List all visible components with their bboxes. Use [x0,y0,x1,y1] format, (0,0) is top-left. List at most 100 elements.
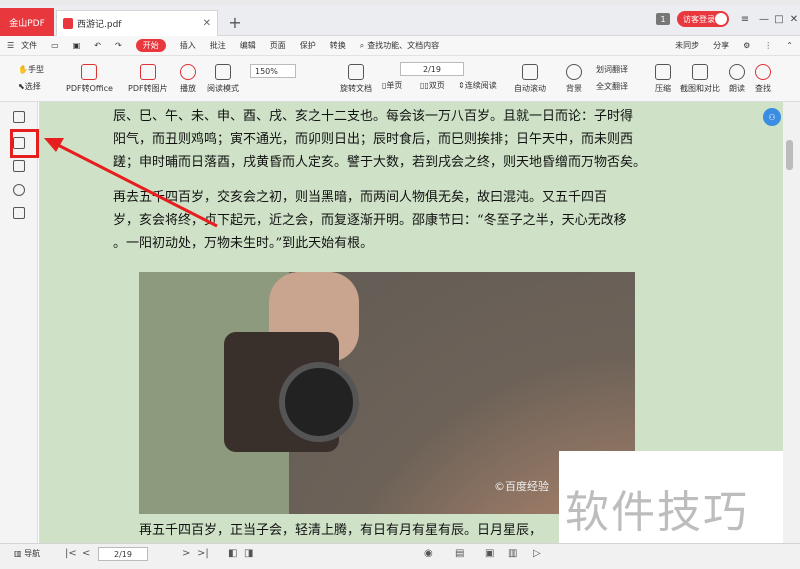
bookmark-icon[interactable] [13,111,25,123]
tab-protect[interactable]: 保护 [300,40,316,51]
word-translate-button[interactable]: 划词翻译 [596,64,628,75]
moon-icon [566,64,582,80]
app-tab-label: 金山PDF [9,18,45,29]
magnifier-icon [755,64,771,80]
tab-edit[interactable]: 编辑 [240,40,256,51]
navigation-icon: ▥ [14,549,25,558]
fit-page-icon[interactable]: ▤ [455,548,464,559]
save-icon[interactable]: ▣ [73,41,81,50]
read-mode-button[interactable]: 阅读模式 [207,64,239,94]
avatar-icon [715,13,727,25]
back-icon[interactable]: ◧ [228,548,237,559]
menu-bar: ☰ 文件 ▭ ▣ ↶ ↷ 开始 插入 批注 编辑 页面 保护 转换 ⌕ 查找功能… [0,36,800,56]
compress-button[interactable]: 压缩 [655,64,671,94]
play-label: 播放 [180,84,196,93]
text-line: 辰、巳、午、未、申、酉、戌、亥之十二支也。每会该一万八百岁。且就一日而论：子时得 [113,109,634,124]
play-icon [180,64,196,80]
redo-icon[interactable]: ↷ [115,41,122,50]
prev-page-icon[interactable]: < [82,548,90,559]
navigation-button[interactable]: ▥ 导航 [14,548,40,559]
read-aloud-button[interactable]: 朗读 [729,64,745,94]
sync-status[interactable]: 未同步 [675,40,699,51]
double-page-icon: ▯▯ [420,81,429,90]
minimize-icon[interactable]: — [756,12,772,26]
full-translate-button[interactable]: 全文翻译 [596,81,628,92]
first-page-icon[interactable]: |< [65,548,77,559]
open-folder-icon[interactable]: ▭ [51,41,59,50]
close-tab-icon[interactable]: ✕ [203,18,211,29]
last-page-icon[interactable]: >| [197,548,209,559]
cursor-icon: ⬉ [18,82,25,91]
more-icon[interactable]: ⋮ [764,41,772,50]
compress-icon [655,64,671,80]
tab-annotate[interactable]: 批注 [210,40,226,51]
tab-convert[interactable]: 转换 [330,40,346,51]
maximize-icon[interactable]: □ [771,12,787,26]
pdf-to-image-button[interactable]: PDF转图片 [128,64,168,94]
page-number-input[interactable]: 2/19 [400,62,464,76]
pdf-to-office-button[interactable]: PDF转Office [66,64,113,94]
forward-icon[interactable]: ◨ [244,548,253,559]
menu-file[interactable]: 文件 [21,40,37,51]
undo-icon[interactable]: ↶ [94,41,101,50]
rotate-button[interactable]: 旋转文档 [340,64,372,94]
pdf-to-office-label: PDF转Office [66,84,113,93]
hand-tool[interactable]: ✋ 手型 [18,64,44,75]
menu-icon[interactable]: ≡ [737,12,753,26]
next-page-icon[interactable]: > [182,548,190,559]
single-page-button[interactable]: ▯ 单页 [382,80,402,91]
scrollbar-thumb[interactable] [786,140,793,170]
zoom-select[interactable]: 150% [250,64,296,78]
settings-icon[interactable]: ⚙ [743,41,750,50]
select-tool[interactable]: ⬉ 选择 [18,81,41,92]
share-button[interactable]: 分享 [713,40,729,51]
auto-scroll-icon [522,64,538,80]
play-status-icon[interactable]: ▷ [533,548,541,559]
pdf-to-office-icon [81,64,98,80]
read-aloud-label: 朗读 [729,84,745,93]
top-strip [0,0,800,5]
search-function-input[interactable]: 查找功能、文档内容 [367,40,439,51]
document-tab[interactable]: 西游记.pdf ✕ [56,10,218,36]
pdf-to-image-label: PDF转图片 [128,84,168,93]
assistant-icon[interactable]: ⚇ [763,108,781,126]
rotate-icon [348,64,364,80]
close-window-icon[interactable]: ✕ [786,12,800,26]
tab-page[interactable]: 页面 [270,40,286,51]
search-icon[interactable]: ⌕ [360,41,364,51]
double-page-label: 双页 [428,81,445,90]
word-translate-label: 划词翻译 [596,65,628,74]
continuous-read-button[interactable]: ⇕ 连续阅读 [458,80,497,91]
find-button[interactable]: 查找 [755,64,771,94]
auto-scroll-button[interactable]: 自动滚动 [514,64,546,94]
dual-view-icon[interactable]: ▥ [508,548,517,559]
select-tool-label: 选择 [24,82,41,91]
background-button[interactable]: 背景 [566,64,582,94]
eye-icon[interactable]: ◉ [424,548,433,559]
continuous-icon: ⇕ [458,81,465,90]
notification-badge[interactable]: 1 [656,13,670,25]
attachment-icon[interactable] [13,184,25,196]
comment-icon[interactable] [13,160,25,172]
single-page-label: 单页 [386,81,403,90]
new-tab-button[interactable]: + [226,12,244,32]
tab-insert[interactable]: 插入 [180,40,196,51]
screenshot-button[interactable]: 截图和对比 [680,64,720,94]
tab-start[interactable]: 开始 [135,39,166,52]
view-mode-icon[interactable]: ▣ [485,548,494,559]
status-page-input[interactable]: 2/19 [98,547,148,561]
left-sidebar [0,102,38,543]
document-tab-label: 西游记.pdf [77,20,122,30]
text-line: 再去五千四百岁，交亥会之初，则当黑暗，而两间人物俱无矣，故曰混沌。又五千四百 [113,190,608,205]
hamburger-icon[interactable]: ☰ [7,41,14,50]
read-mode-label: 阅读模式 [207,84,239,93]
thumbnail-highlight-box [10,129,39,158]
double-page-button[interactable]: ▯▯ 双页 [420,80,445,91]
play-button[interactable]: 播放 [180,64,196,94]
guest-login-button[interactable]: 访客登录 [677,11,729,27]
collapse-icon[interactable]: ⌃ [786,41,793,50]
signature-icon[interactable] [13,207,25,219]
app-tab[interactable]: 金山PDF [0,8,54,36]
navigation-label: 导航 [24,549,41,558]
hand-icon: ✋ [18,65,28,74]
